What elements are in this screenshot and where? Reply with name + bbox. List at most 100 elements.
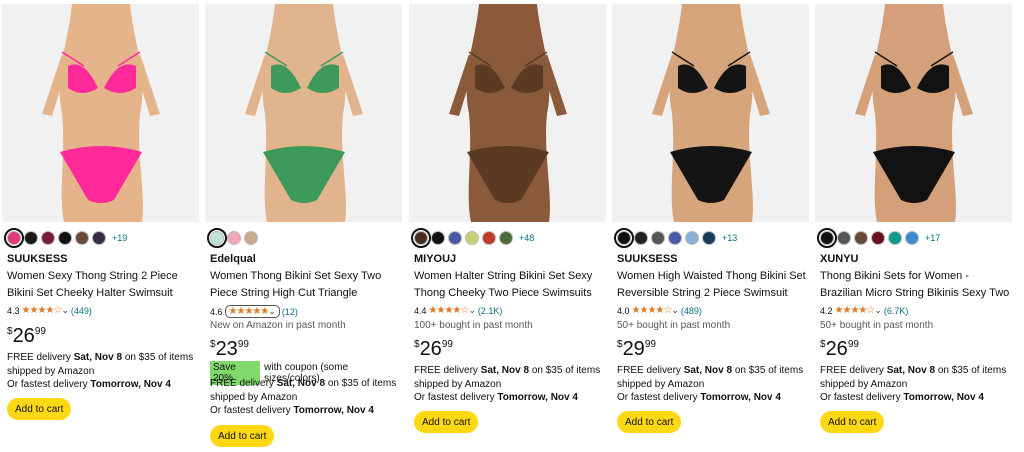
product-title[interactable]: Thong Bikini Sets for Women - Brazilian … (820, 268, 1012, 302)
add-to-cart-button[interactable]: Add to cart (414, 411, 479, 433)
price-whole: 26 (419, 338, 442, 360)
purchase-activity: 100+ bought in past month (414, 320, 533, 331)
product-image[interactable] (2, 4, 199, 222)
delivery-date: Sat, Nov 8 (480, 365, 530, 376)
color-swatch[interactable] (207, 228, 227, 248)
color-swatch[interactable] (448, 231, 462, 245)
product-card[interactable]: +19 SUUKSESS Women Sexy Thong String 2 P… (2, 0, 199, 452)
price[interactable]: $2699 (7, 326, 46, 346)
product-title[interactable]: Women High Waisted Thong Bikini Set Reve… (617, 268, 809, 302)
more-colors-link[interactable]: +13 (722, 233, 737, 243)
price-cents: 99 (644, 339, 656, 350)
shipped-by: shipped by Amazon (617, 378, 705, 390)
delivery-label: FREE delivery (414, 365, 481, 376)
rating: 4.4 ★★★★☆⌄ (2.1K) (414, 305, 502, 316)
shipped-by: shipped by Amazon (414, 378, 502, 390)
more-colors-link[interactable]: +19 (112, 233, 127, 243)
star-rating-popover[interactable]: ★★★★☆⌄ (632, 305, 679, 316)
star-icon: ★★★★★ (228, 306, 270, 317)
color-swatch[interactable] (24, 231, 38, 245)
color-swatch[interactable] (668, 231, 682, 245)
add-to-cart-button[interactable]: Add to cart (7, 398, 72, 420)
review-count-link[interactable]: (2.1K) (478, 306, 503, 316)
color-swatch[interactable] (227, 231, 241, 245)
color-swatch[interactable] (634, 231, 648, 245)
color-swatch[interactable] (614, 228, 634, 248)
color-swatch[interactable] (4, 228, 24, 248)
delivery-label: FREE delivery (210, 378, 277, 389)
review-count-link[interactable]: (12) (282, 307, 298, 317)
color-swatch[interactable] (58, 231, 72, 245)
color-swatch[interactable] (871, 231, 885, 245)
shipped-by: shipped by Amazon (7, 365, 95, 377)
fastest-label: Or fastest delivery (7, 379, 91, 390)
color-swatch[interactable] (702, 231, 716, 245)
rating: 4.3 ★★★★☆⌄ (449) (7, 305, 92, 316)
product-card[interactable]: +13 SUUKSESS Women High Waisted Thong Bi… (612, 0, 809, 452)
color-swatch[interactable] (75, 231, 89, 245)
add-to-cart-button[interactable]: Add to cart (210, 425, 275, 447)
star-rating-popover[interactable]: ★★★★★⌄ (224, 305, 280, 318)
color-swatches: +13 (614, 228, 737, 248)
delivery-info: FREE delivery Sat, Nov 8 on $35 of items… (414, 364, 606, 405)
color-swatch[interactable] (651, 231, 665, 245)
price[interactable]: $2699 (820, 339, 859, 359)
price-cents: 99 (441, 339, 453, 350)
add-to-cart-button[interactable]: Add to cart (617, 411, 682, 433)
color-swatch[interactable] (499, 231, 513, 245)
color-swatches (207, 228, 264, 248)
rating-value: 4.3 (7, 305, 20, 316)
star-icon: ★★★★☆ (428, 305, 470, 316)
color-swatch[interactable] (92, 231, 106, 245)
color-swatch[interactable] (465, 231, 479, 245)
product-card[interactable]: +48 MIYOUJ Women Halter String Bikini Se… (409, 0, 606, 452)
review-count-link[interactable]: (449) (71, 306, 92, 316)
color-swatch[interactable] (854, 231, 868, 245)
color-swatch[interactable] (244, 231, 258, 245)
product-image[interactable] (409, 4, 606, 222)
color-swatch[interactable] (482, 231, 496, 245)
more-colors-link[interactable]: +17 (925, 233, 940, 243)
color-swatch[interactable] (41, 231, 55, 245)
delivery-info: FREE delivery Sat, Nov 8 on $35 of items… (820, 364, 1012, 405)
color-swatch[interactable] (817, 228, 837, 248)
price-cents: 99 (34, 326, 46, 337)
delivery-date: Sat, Nov 8 (886, 365, 936, 376)
product-card[interactable]: Edelqual Women Thong Bikini Set Sexy Two… (205, 0, 402, 452)
product-image[interactable] (205, 4, 402, 222)
color-swatch[interactable] (837, 231, 851, 245)
fastest-date: Tomorrow, Nov 4 (293, 405, 374, 416)
review-count-link[interactable]: (6.7K) (884, 306, 909, 316)
review-count-link[interactable]: (489) (681, 306, 702, 316)
rating-value: 4.2 (820, 305, 833, 316)
add-to-cart-button[interactable]: Add to cart (820, 411, 885, 433)
more-colors-link[interactable]: +48 (519, 233, 534, 243)
delivery-label: FREE delivery (820, 365, 887, 376)
star-rating-popover[interactable]: ★★★★☆⌄ (22, 305, 69, 316)
color-swatch[interactable] (411, 228, 431, 248)
product-title[interactable]: Women Sexy Thong String 2 Piece Bikini S… (7, 268, 199, 302)
color-swatch[interactable] (431, 231, 445, 245)
product-card[interactable]: +17 XUNYU Thong Bikini Sets for Women - … (815, 0, 1012, 452)
price-whole: 29 (622, 338, 645, 360)
brand-name: Edelqual (210, 253, 256, 265)
product-title[interactable]: Women Halter String Bikini Set Sexy Thon… (414, 268, 606, 302)
color-swatch[interactable] (888, 231, 902, 245)
fastest-date: Tomorrow, Nov 4 (700, 392, 781, 403)
star-icon: ★★★★☆ (21, 305, 63, 316)
delivery-date: Sat, Nov 8 (73, 352, 123, 363)
color-swatch[interactable] (685, 231, 699, 245)
brand-name: MIYOUJ (414, 253, 457, 265)
price[interactable]: $2699 (414, 339, 453, 359)
star-rating-popover[interactable]: ★★★★☆⌄ (429, 305, 476, 316)
color-swatch[interactable] (905, 231, 919, 245)
price[interactable]: $2399 (210, 339, 249, 359)
rating-value: 4.0 (617, 305, 630, 316)
product-image[interactable] (815, 4, 1012, 222)
delivery-threshold: on $35 of items (732, 365, 804, 376)
price[interactable]: $2999 (617, 339, 656, 359)
rating: 4.2 ★★★★☆⌄ (6.7K) (820, 305, 908, 316)
star-rating-popover[interactable]: ★★★★☆⌄ (835, 305, 882, 316)
product-image[interactable] (612, 4, 809, 222)
product-title[interactable]: Women Thong Bikini Set Sexy Two Piece St… (210, 268, 402, 302)
